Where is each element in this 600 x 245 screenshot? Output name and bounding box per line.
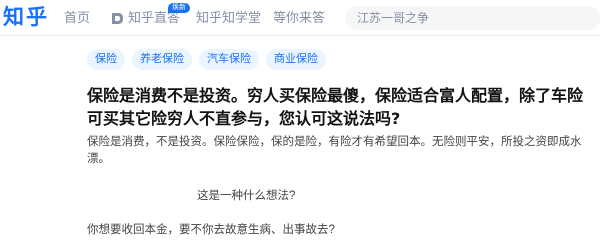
zhihu-logo[interactable]: 知乎: [3, 4, 49, 30]
nav-wait-answer[interactable]: 等你来答: [273, 9, 325, 27]
search-placeholder: 江苏一哥之争: [357, 11, 430, 25]
question-body-line: 这是一种什么想法?: [197, 190, 296, 202]
question-body: 保险是消费，不是投资。保险保险，保的是险，有险才有希望回本。无险则平安，所投之资…: [87, 136, 582, 165]
nav-xuetang[interactable]: 知乎知学堂: [196, 9, 261, 27]
new-badge: 焕新: [168, 3, 190, 13]
topic-tag-car-insurance[interactable]: 汽车保险: [199, 49, 259, 70]
topic-tag-commercial-insurance[interactable]: 商业保险: [266, 49, 326, 70]
zhida-d-icon: [110, 11, 125, 26]
question-title: 保险是消费不是投资。穷人买保险最傻，保险适合富人配置，除了车险可买其它险穷人不直…: [87, 86, 584, 128]
search-input[interactable]: 江苏一哥之争: [345, 6, 600, 30]
topic-tag-insurance[interactable]: 保险: [87, 49, 125, 70]
top-header: 知乎 首页 知乎直答 焕新 知乎知学堂 等你来答 江苏一哥之争: [0, 0, 600, 36]
topic-tag-pension-insurance[interactable]: 养老保险: [132, 49, 192, 70]
question-body-line: 你想要收回本金，要不你去故意生病、出事故去?: [87, 224, 335, 236]
topic-tags: 保险 养老保险 汽车保险 商业保险: [87, 49, 326, 70]
nav-home[interactable]: 首页: [64, 9, 90, 27]
nav-zhida[interactable]: 知乎直答 焕新: [110, 3, 190, 27]
